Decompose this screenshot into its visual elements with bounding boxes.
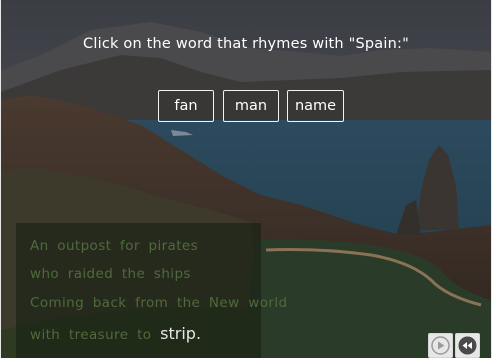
highlighted-rhyme-word: strip. xyxy=(160,324,202,343)
play-icon xyxy=(431,336,450,355)
rewind-icon xyxy=(458,336,477,355)
choice-button-man[interactable]: man xyxy=(223,90,279,122)
instruction-text: Click on the word that rhymes with "Spai… xyxy=(83,36,409,52)
choice-button-name[interactable]: name xyxy=(287,90,344,122)
activity-frame: Click on the word that rhymes with "Spai… xyxy=(0,0,492,358)
play-button[interactable] xyxy=(428,333,453,358)
poem-line-1: An outpost for pirates xyxy=(30,238,199,254)
poem-panel: An outpost for pirates who raided the sh… xyxy=(16,223,287,358)
choice-button-fan[interactable]: fan xyxy=(158,90,214,122)
playback-controls xyxy=(428,333,480,358)
poem-line-3: Coming back from the New world xyxy=(30,295,288,311)
poem-line-4: with treasure to strip. xyxy=(30,324,201,343)
poem-line-2: who raided the ships xyxy=(30,266,191,282)
rewind-button[interactable] xyxy=(455,333,480,358)
poem-line-4-text: with treasure to xyxy=(30,327,161,343)
